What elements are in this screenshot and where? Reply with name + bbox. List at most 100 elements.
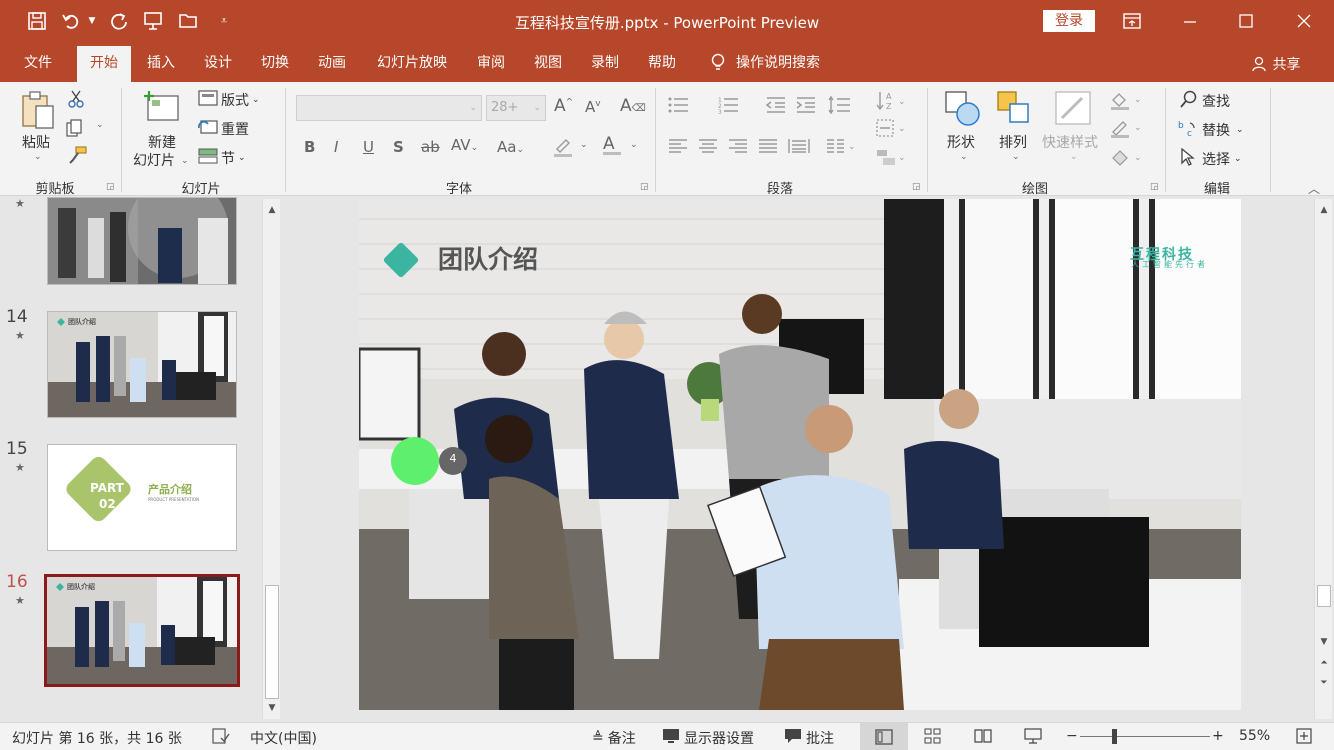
ribbon-display-options-icon[interactable] bbox=[1110, 6, 1154, 36]
comments-button[interactable]: 批注 bbox=[784, 728, 834, 748]
next-slide-icon[interactable]: ⏷ bbox=[1315, 674, 1333, 692]
reading-view-icon[interactable] bbox=[974, 728, 992, 744]
section-button[interactable]: 节 ⌄ bbox=[198, 148, 246, 168]
minimize-icon[interactable] bbox=[1168, 6, 1212, 36]
align-right-icon[interactable] bbox=[728, 138, 748, 158]
display-settings-button[interactable]: 显示器设置 bbox=[662, 728, 754, 748]
line-spacing-icon[interactable] bbox=[828, 95, 852, 118]
layout-button[interactable]: 版式 ⌄ bbox=[198, 90, 260, 110]
slideshow-view-icon[interactable] bbox=[1024, 728, 1042, 744]
zoom-slider-handle[interactable] bbox=[1112, 729, 1117, 744]
bold-icon[interactable]: B bbox=[304, 138, 315, 156]
tab-home[interactable]: 开始 bbox=[77, 46, 131, 82]
quick-styles-icon[interactable] bbox=[1054, 90, 1092, 128]
tab-insert[interactable]: 插入 bbox=[140, 46, 182, 82]
share-button[interactable]: 共享 bbox=[1252, 54, 1300, 74]
new-slide-label-2[interactable]: 幻灯片 bbox=[133, 150, 175, 170]
columns-icon[interactable]: ⌄ bbox=[826, 138, 856, 158]
copy-icon[interactable] bbox=[66, 119, 86, 141]
normal-view-icon[interactable] bbox=[860, 723, 908, 750]
tab-help[interactable]: 帮助 bbox=[641, 46, 683, 82]
text-direction-icon[interactable]: A Z ⌄ bbox=[876, 90, 906, 116]
replace-button[interactable]: bc 替换 ⌄ bbox=[1178, 119, 1244, 141]
strikethrough-icon[interactable]: ab bbox=[421, 138, 440, 156]
tell-me-search[interactable]: 操作说明搜索 bbox=[736, 46, 836, 82]
decrease-font-size-icon[interactable]: Av bbox=[585, 98, 601, 116]
shape-outline-icon[interactable]: ⌄ bbox=[1110, 118, 1142, 142]
zoom-in-icon[interactable]: + bbox=[1212, 728, 1224, 744]
highlight-color-icon[interactable] bbox=[552, 134, 576, 162]
zoom-level[interactable]: 55% bbox=[1239, 728, 1270, 744]
arrange-dropdown-icon[interactable]: ⌄ bbox=[1012, 152, 1020, 162]
italic-icon[interactable]: I bbox=[334, 138, 338, 156]
text-shadow-icon[interactable]: S bbox=[393, 138, 404, 156]
bullets-icon[interactable] bbox=[668, 96, 690, 118]
scroll-down-icon[interactable]: ▼ bbox=[1315, 633, 1333, 651]
scrollbar-thumb[interactable] bbox=[265, 585, 279, 699]
font-launcher-icon[interactable]: ◲ bbox=[640, 182, 649, 192]
format-painter-icon[interactable] bbox=[68, 146, 88, 168]
select-button[interactable]: 选择 ⌄ bbox=[1180, 147, 1242, 170]
paragraph-launcher-icon[interactable]: ◲ bbox=[912, 182, 921, 192]
align-text-icon[interactable]: ⌄ bbox=[876, 119, 906, 141]
find-button[interactable]: 查找 bbox=[1180, 90, 1230, 112]
tab-file[interactable]: 文件 bbox=[14, 46, 62, 82]
login-button[interactable]: 登录 bbox=[1043, 10, 1095, 32]
decrease-indent-icon[interactable] bbox=[765, 96, 786, 118]
scroll-up-icon[interactable]: ▲ bbox=[1315, 201, 1333, 219]
arrange-label[interactable]: 排列 bbox=[999, 132, 1027, 152]
shape-fill-icon[interactable]: ⌄ bbox=[1110, 90, 1142, 114]
tab-slideshow[interactable]: 幻灯片放映 bbox=[368, 46, 456, 82]
animation-number-badge[interactable]: 4 bbox=[447, 452, 459, 465]
arrange-icon[interactable] bbox=[996, 90, 1034, 128]
change-case-icon[interactable]: Aa⌄ bbox=[497, 138, 524, 156]
clear-formatting-icon[interactable]: A⌫ bbox=[620, 96, 646, 116]
brand-slogan[interactable]: 人工智能先行者 bbox=[1131, 259, 1208, 270]
maximize-icon[interactable] bbox=[1224, 6, 1268, 36]
align-center-icon[interactable] bbox=[698, 138, 718, 158]
increase-indent-icon[interactable] bbox=[796, 96, 816, 118]
language-indicator[interactable]: 中文(中国) bbox=[250, 728, 317, 748]
clipboard-launcher-icon[interactable]: ◲ bbox=[106, 182, 115, 192]
shape-effects-icon[interactable]: ⌄ bbox=[1110, 146, 1142, 170]
increase-font-size-icon[interactable]: A^ bbox=[554, 96, 573, 116]
scroll-up-icon[interactable]: ▲ bbox=[263, 201, 281, 219]
slide-sorter-icon[interactable] bbox=[924, 728, 942, 744]
convert-to-smartart-icon[interactable]: ⌄ bbox=[876, 148, 906, 170]
new-slide-label-1[interactable]: 新建 bbox=[148, 132, 176, 152]
slide-title[interactable]: 团队介绍 bbox=[438, 240, 538, 276]
drawing-launcher-icon[interactable]: ◲ bbox=[1150, 182, 1159, 192]
zoom-slider[interactable] bbox=[1080, 736, 1210, 737]
zoom-out-icon[interactable]: − bbox=[1066, 728, 1078, 744]
tab-transitions[interactable]: 切换 bbox=[254, 46, 296, 82]
tab-record[interactable]: 录制 bbox=[584, 46, 626, 82]
previous-slide-icon[interactable]: ⏶ bbox=[1315, 654, 1333, 672]
new-slide-icon[interactable] bbox=[142, 88, 182, 124]
slide-scrollbar[interactable]: ▲ ▼ ⏶ ⏷ bbox=[1314, 199, 1332, 719]
shapes-icon[interactable] bbox=[944, 90, 982, 128]
font-size-combo[interactable]: 28+ ⌄ bbox=[486, 95, 546, 121]
slide-thumbnail-selected[interactable]: 团队介绍 bbox=[44, 574, 240, 687]
highlight-dropdown-icon[interactable]: ⌄ bbox=[580, 140, 588, 150]
font-name-combo[interactable]: ⌄ bbox=[296, 95, 482, 121]
shapes-dropdown-icon[interactable]: ⌄ bbox=[960, 152, 968, 162]
slide-thumbnail[interactable]: PART 02 产品介绍 PRODUCT PRESENTATION bbox=[47, 444, 237, 551]
fit-to-window-icon[interactable] bbox=[1296, 728, 1312, 744]
paste-icon[interactable] bbox=[20, 90, 58, 130]
slide-thumbnail[interactable] bbox=[47, 197, 237, 285]
thumbnails-scrollbar[interactable]: ▲ ▼ bbox=[262, 199, 280, 719]
character-spacing-icon[interactable]: AV⌄ bbox=[451, 136, 478, 154]
copy-dropdown-icon[interactable]: ⌄ bbox=[96, 120, 104, 130]
reset-button[interactable]: 重置 bbox=[197, 119, 249, 139]
quick-styles-dropdown-icon[interactable]: ⌄ bbox=[1070, 152, 1078, 162]
slide-thumbnail[interactable]: 团队介绍 bbox=[47, 311, 237, 418]
cut-icon[interactable] bbox=[68, 90, 84, 112]
new-slide-dropdown-icon[interactable]: ⌄ bbox=[181, 156, 189, 166]
justify-icon[interactable] bbox=[758, 138, 778, 158]
tab-design[interactable]: 设计 bbox=[197, 46, 239, 82]
spell-check-icon[interactable] bbox=[212, 728, 230, 744]
paste-button[interactable]: 粘贴 bbox=[22, 132, 50, 152]
collapse-ribbon-icon[interactable]: ︿ bbox=[1308, 180, 1320, 197]
shapes-label[interactable]: 形状 bbox=[947, 132, 975, 152]
scroll-down-icon[interactable]: ▼ bbox=[263, 699, 281, 717]
